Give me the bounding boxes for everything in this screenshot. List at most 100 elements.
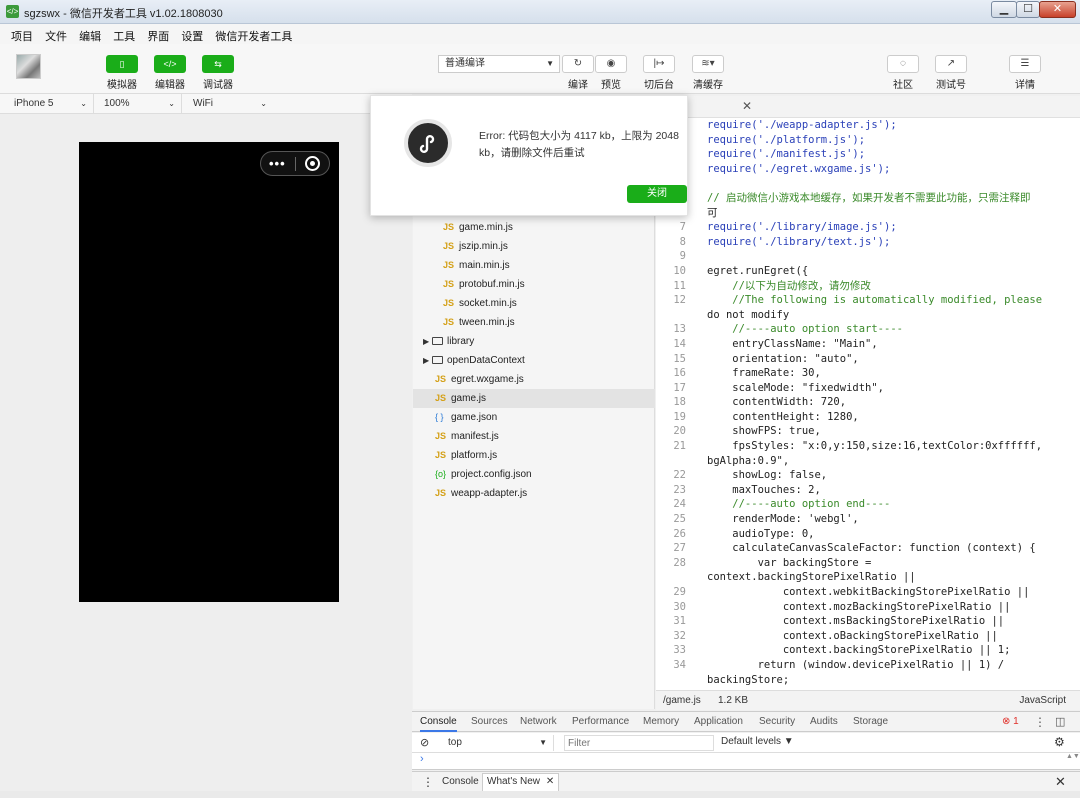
- console-filter-input[interactable]: [564, 735, 714, 751]
- debug-icon: ⇆: [214, 59, 222, 69]
- simulator-toggle-button[interactable]: ▯: [106, 55, 138, 73]
- file-item[interactable]: JS manifest.js: [413, 427, 655, 446]
- code-area[interactable]: 7 8 9 10 11 12 13 14 15 16 17 18 19 20 21 22 23 24 25 26 27 2…: [656, 118, 1080, 686]
- undock-icon[interactable]: ◫: [1055, 712, 1065, 732]
- close-window-button[interactable]: ✕: [1039, 1, 1076, 18]
- devtools-tab-bar: Console Sources Network Performance Memo…: [412, 711, 1080, 732]
- context-select[interactable]: top ▼: [442, 735, 554, 751]
- tab-security[interactable]: Security: [759, 712, 795, 732]
- phone-screen[interactable]: [79, 142, 339, 602]
- menu-item-tools[interactable]: 工具: [113, 24, 135, 44]
- kebab-menu-icon[interactable]: ⋮: [422, 775, 434, 789]
- network-select[interactable]: WiFi ⌄: [187, 94, 273, 114]
- kebab-menu-icon[interactable]: ⋮: [1034, 712, 1046, 732]
- menu-item-project[interactable]: 项目: [11, 24, 33, 44]
- menu-bar: 项目 文件 编辑 工具 界面 设置 微信开发者工具: [0, 24, 1080, 44]
- clear-console-icon[interactable]: ⊘: [420, 736, 429, 749]
- maximize-button[interactable]: ☐: [1016, 1, 1040, 18]
- switch-background-icon: |↦: [653, 58, 665, 69]
- console-scrollbar[interactable]: ▲▼: [1066, 753, 1080, 769]
- tab-console[interactable]: Console: [420, 712, 457, 732]
- minimize-button[interactable]: ▁: [991, 1, 1017, 18]
- menu-item-file[interactable]: 文件: [45, 24, 67, 44]
- file-item[interactable]: JS socket.min.js: [413, 294, 655, 313]
- file-item[interactable]: {o} project.config.json: [413, 465, 655, 484]
- tab-audits[interactable]: Audits: [810, 712, 838, 732]
- file-item[interactable]: JS protobuf.min.js: [413, 275, 655, 294]
- app-logo-icon: </>: [6, 5, 19, 18]
- chevron-right-icon[interactable]: ▶: [423, 351, 432, 370]
- file-item[interactable]: JS jszip.min.js: [413, 237, 655, 256]
- mini-program-capsule[interactable]: •••: [260, 151, 330, 176]
- line-number: 16: [673, 367, 686, 380]
- tab-memory[interactable]: Memory: [643, 712, 679, 732]
- compile-mode-select[interactable]: 普通编译 ▼: [438, 55, 560, 73]
- community-button[interactable]: ◌: [887, 55, 919, 73]
- folder-item[interactable]: ▶ library: [413, 332, 655, 351]
- tab-performance[interactable]: Performance: [572, 712, 629, 732]
- code-line: var backingStore =: [707, 556, 872, 569]
- clear-cache-button[interactable]: ≋▾: [692, 55, 724, 73]
- js-file-icon: JS: [443, 222, 455, 232]
- file-item[interactable]: JS weapp-adapter.js: [413, 484, 655, 503]
- compile-button[interactable]: ↻: [562, 55, 594, 73]
- editor-tab-strip: ✕: [656, 96, 1080, 118]
- code-line: context.oBackingStorePixelRatio ||: [707, 629, 998, 642]
- tab-network[interactable]: Network: [520, 712, 557, 732]
- avatar[interactable]: [16, 54, 41, 79]
- chevron-right-icon[interactable]: ▶: [423, 332, 432, 351]
- file-item[interactable]: JS tween.min.js: [413, 313, 655, 332]
- more-dots-icon[interactable]: •••: [269, 156, 286, 171]
- file-name: protobuf.min.js: [459, 279, 525, 290]
- log-levels-select[interactable]: Default levels ▼: [721, 736, 794, 747]
- details-button[interactable]: ☰: [1009, 55, 1041, 73]
- gear-icon[interactable]: ⚙: [1054, 735, 1065, 749]
- line-number: 34: [673, 658, 686, 671]
- status-language[interactable]: JavaScript: [1019, 691, 1066, 711]
- tab-application[interactable]: Application: [694, 712, 743, 732]
- close-drawer-icon[interactable]: ✕: [1055, 774, 1066, 790]
- file-item[interactable]: JS egret.wxgame.js: [413, 370, 655, 389]
- dialog-close-button[interactable]: 关闭: [627, 185, 687, 203]
- file-item[interactable]: JS game.min.js: [413, 218, 655, 237]
- console-prompt[interactable]: ›: [420, 753, 424, 765]
- device-model-value: iPhone 5: [14, 98, 54, 109]
- close-tab-icon[interactable]: ✕: [742, 99, 752, 113]
- zoom-select[interactable]: 100% ⌄: [98, 94, 182, 114]
- menu-item-wechat-devtools[interactable]: 微信开发者工具: [215, 24, 292, 44]
- preview-button[interactable]: ◉: [595, 55, 627, 73]
- debugger-toggle-button[interactable]: ⇆: [202, 55, 234, 73]
- code-line: entryClassName: "Main",: [707, 337, 878, 350]
- code-line: context.mozBackingStorePixelRatio ||: [707, 600, 1011, 613]
- test-account-button[interactable]: ↗: [935, 55, 967, 73]
- file-item[interactable]: JS main.min.js: [413, 256, 655, 275]
- code-text[interactable]: require('./weapp-adapter.js'); require('.…: [707, 118, 1077, 686]
- menu-item-settings[interactable]: 设置: [181, 24, 203, 44]
- folder-item[interactable]: ▶ openDataContext: [413, 351, 655, 370]
- file-item[interactable]: JS game.js: [413, 389, 655, 408]
- close-target-icon[interactable]: [305, 156, 320, 171]
- js-file-icon: JS: [435, 431, 447, 441]
- error-count-badge[interactable]: ⊗ 1: [1002, 712, 1019, 732]
- editor-toggle-button[interactable]: </>: [154, 55, 186, 73]
- community-label: 社区: [893, 80, 913, 91]
- line-number: 11: [673, 279, 686, 292]
- code-editor[interactable]: 7 8 9 10 11 12 13 14 15 16 17 18 19 20 21 22 23 24 25 26 27 2…: [656, 96, 1080, 709]
- code-line: require('./library/text.js');: [707, 235, 891, 248]
- tab-storage[interactable]: Storage: [853, 712, 888, 732]
- console-output[interactable]: › ▲▼: [412, 753, 1080, 770]
- device-model-select[interactable]: iPhone 5 ⌄: [8, 94, 94, 114]
- drawer-tab-console[interactable]: Console: [442, 776, 479, 787]
- code-line: // 启动微信小游戏本地缓存，如果开发者不需要此功能，只需注释即: [707, 191, 1031, 204]
- close-tab-icon[interactable]: ✕: [546, 776, 554, 787]
- menu-item-view[interactable]: 界面: [147, 24, 169, 44]
- js-file-icon: JS: [435, 450, 447, 460]
- tab-sources[interactable]: Sources: [471, 712, 508, 732]
- drawer-tab-whats-new[interactable]: What's New ✕: [482, 773, 560, 791]
- line-number: 22: [673, 469, 686, 482]
- file-item[interactable]: JS platform.js: [413, 446, 655, 465]
- file-item[interactable]: { } game.json: [413, 408, 655, 427]
- backstage-button[interactable]: |↦: [643, 55, 675, 73]
- line-number: 10: [673, 264, 686, 277]
- menu-item-edit[interactable]: 编辑: [79, 24, 101, 44]
